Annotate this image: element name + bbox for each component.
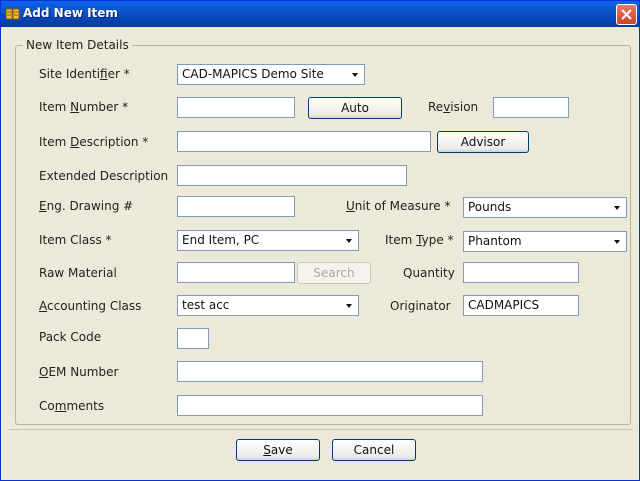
advisor-button[interactable]: Advisor bbox=[437, 131, 529, 153]
accounting-class-value: test acc bbox=[182, 298, 230, 312]
eng-drawing-label: Eng. Drawing # bbox=[39, 199, 134, 213]
oem-number-input[interactable] bbox=[177, 361, 483, 382]
originator-label: Originator bbox=[390, 299, 451, 313]
unit-of-measure-label: Unit of Measure * bbox=[346, 199, 451, 213]
item-class-select[interactable]: End Item, PC bbox=[177, 230, 359, 251]
dialog-title: Add New Item bbox=[23, 6, 118, 20]
unit-of-measure-select[interactable]: Pounds bbox=[463, 197, 627, 218]
item-type-value: Phantom bbox=[468, 234, 522, 248]
item-number-input[interactable] bbox=[177, 97, 295, 118]
group-legend: New Item Details bbox=[23, 38, 132, 52]
cancel-button[interactable]: Cancel bbox=[332, 439, 416, 461]
title-bar[interactable]: Add New Item bbox=[1, 1, 639, 27]
site-identifier-label: Site Identifier * bbox=[39, 67, 130, 81]
button-bar bbox=[9, 429, 633, 471]
save-button[interactable]: Save bbox=[236, 439, 320, 461]
chevron-down-icon bbox=[611, 236, 623, 248]
close-button[interactable] bbox=[616, 4, 637, 25]
chevron-down-icon bbox=[343, 300, 355, 312]
comments-input[interactable] bbox=[177, 395, 483, 416]
item-class-label: Item Class * bbox=[39, 233, 112, 247]
search-button[interactable]: Search bbox=[297, 262, 371, 284]
site-identifier-value: CAD-MAPICS Demo Site bbox=[182, 67, 324, 81]
extended-description-input[interactable] bbox=[177, 165, 407, 186]
item-description-label: Item Description * bbox=[39, 135, 149, 149]
originator-input[interactable]: CADMAPICS bbox=[463, 295, 579, 316]
item-description-input[interactable] bbox=[177, 131, 431, 152]
extended-description-label: Extended Description bbox=[39, 169, 169, 183]
quantity-input[interactable] bbox=[463, 262, 579, 283]
add-new-item-dialog: Add New Item New Item Details Site Ident… bbox=[0, 0, 640, 481]
site-identifier-select[interactable]: CAD-MAPICS Demo Site bbox=[177, 64, 365, 85]
chevron-down-icon bbox=[611, 202, 623, 214]
unit-of-measure-value: Pounds bbox=[468, 200, 512, 214]
auto-button[interactable]: Auto bbox=[308, 97, 402, 119]
comments-label: Comments bbox=[39, 399, 105, 413]
accounting-class-label: Accounting Class bbox=[39, 299, 142, 313]
pack-code-input[interactable] bbox=[177, 328, 209, 349]
raw-material-label: Raw Material bbox=[39, 266, 117, 280]
oem-number-label: OEM Number bbox=[39, 365, 119, 379]
pack-code-label: Pack Code bbox=[39, 330, 102, 344]
chevron-down-icon bbox=[349, 69, 361, 81]
chevron-down-icon bbox=[343, 235, 355, 247]
accounting-class-select[interactable]: test acc bbox=[177, 295, 359, 316]
item-type-select[interactable]: Phantom bbox=[463, 231, 627, 252]
eng-drawing-input[interactable] bbox=[177, 196, 295, 217]
revision-input[interactable] bbox=[493, 97, 569, 118]
revision-label: Revision bbox=[428, 100, 479, 114]
raw-material-input[interactable] bbox=[177, 262, 295, 283]
app-icon bbox=[5, 7, 20, 21]
item-number-label: Item Number * bbox=[39, 100, 129, 114]
item-class-value: End Item, PC bbox=[182, 233, 260, 247]
quantity-label: Quantity bbox=[403, 266, 455, 280]
item-type-label: Item Type * bbox=[385, 233, 454, 247]
